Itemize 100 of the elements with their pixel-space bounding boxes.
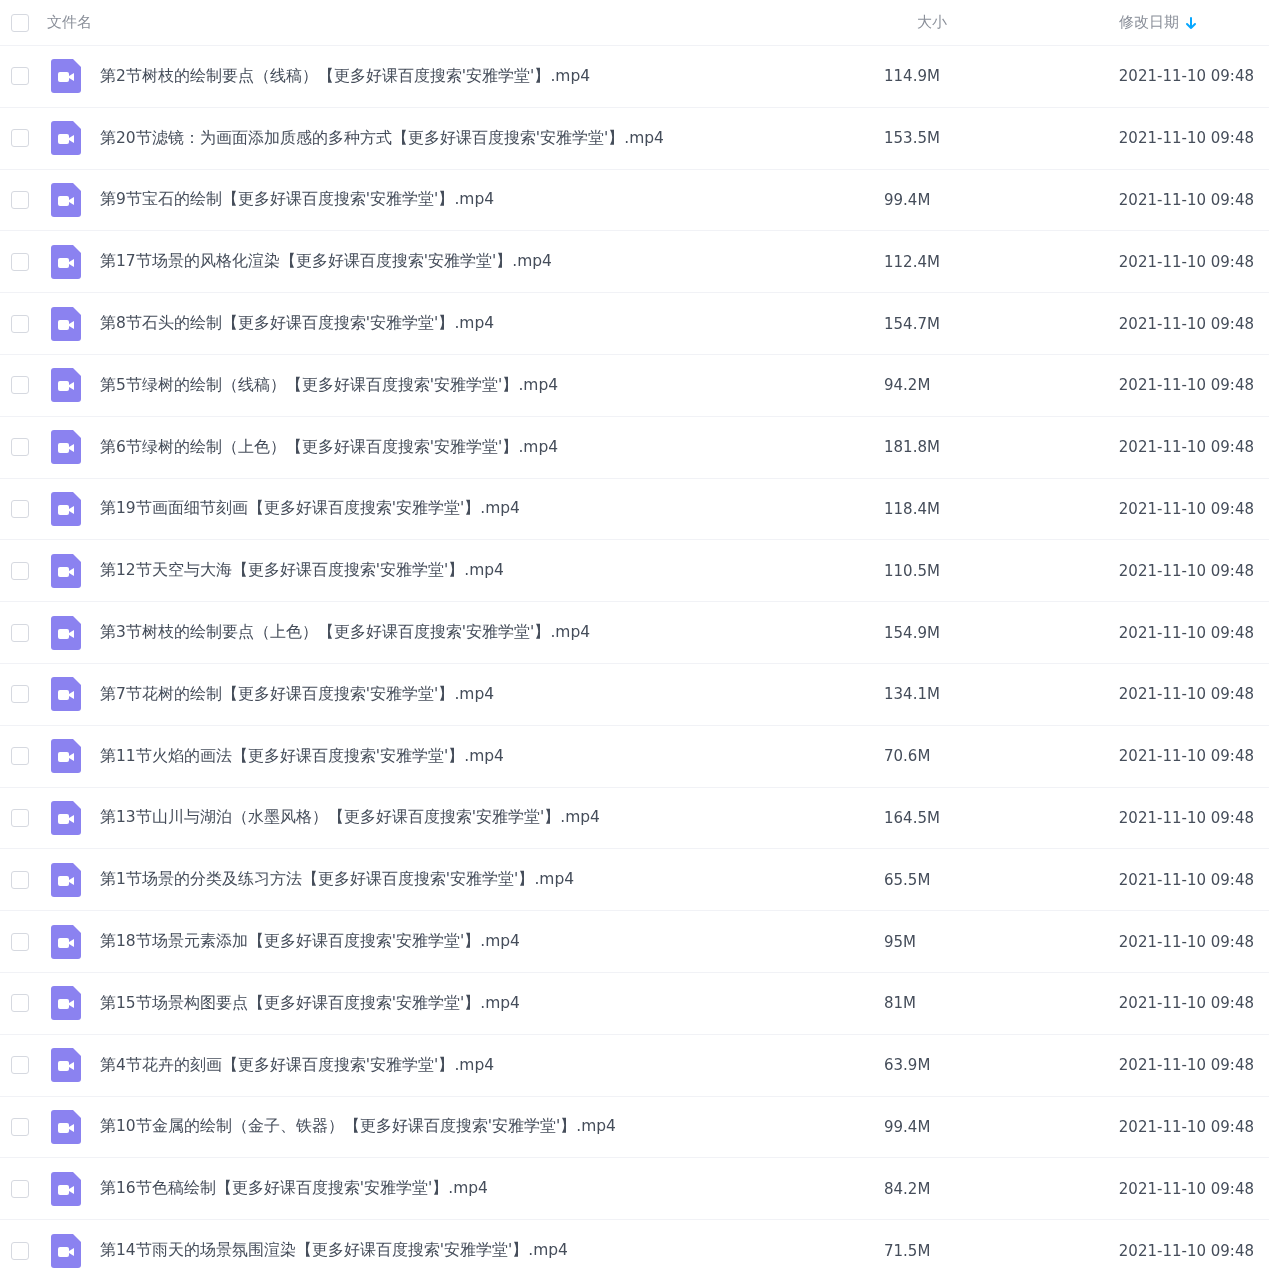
file-size: 154.7M — [884, 314, 941, 333]
video-file-icon — [51, 183, 81, 217]
row-checkbox[interactable] — [11, 1241, 29, 1260]
video-file-icon — [51, 430, 81, 465]
file-size: 118.4M — [884, 499, 941, 518]
file-name[interactable]: 第8节石头的绘制【更多好课百度搜索'安雅学堂'】.mp4 — [100, 313, 884, 335]
row-checkbox[interactable] — [11, 561, 29, 580]
file-size: 112.4M — [884, 252, 941, 271]
row-checkbox[interactable] — [11, 994, 29, 1013]
video-file-icon — [51, 986, 81, 1021]
modified-date: 2021-11-10 09:48 — [1117, 252, 1255, 271]
modified-date: 2021-11-10 09:48 — [1117, 1056, 1255, 1075]
video-file-icon — [51, 800, 81, 835]
file-name[interactable]: 第3节树枝的绘制要点（上色）【更多好课百度搜索'安雅学堂'】.mp4 — [100, 622, 884, 644]
file-size: 95M — [884, 932, 918, 951]
row-checkbox[interactable] — [11, 252, 29, 271]
modified-date: 2021-11-10 09:48 — [1117, 129, 1255, 148]
row-checkbox[interactable] — [11, 1179, 29, 1198]
file-name[interactable]: 第10节金属的绘制（金子、铁器）【更多好课百度搜索'安雅学堂'】.mp4 — [100, 1116, 884, 1138]
file-name[interactable]: 第15节场景构图要点【更多好课百度搜索'安雅学堂'】.mp4 — [100, 992, 884, 1014]
video-file-icon — [51, 368, 81, 403]
video-file-icon — [51, 244, 81, 279]
file-size: 65.5M — [884, 870, 932, 889]
file-size: 134.1M — [884, 685, 941, 704]
file-name[interactable]: 第6节绿树的绘制（上色）【更多好课百度搜索'安雅学堂'】.mp4 — [100, 436, 884, 458]
video-file-icon — [51, 615, 81, 650]
file-name[interactable]: 第1节场景的分类及练习方法【更多好课百度搜索'安雅学堂'】.mp4 — [100, 869, 884, 891]
row-checkbox[interactable] — [11, 438, 29, 457]
row-checkbox[interactable] — [11, 685, 29, 704]
file-name[interactable]: 第2节树枝的绘制要点（线稿）【更多好课百度搜索'安雅学堂'】.mp4 — [100, 65, 884, 87]
modified-date: 2021-11-10 09:48 — [1117, 1117, 1255, 1136]
modified-date: 2021-11-10 09:48 — [1117, 747, 1255, 766]
file-size: 153.5M — [884, 129, 941, 148]
modified-date: 2021-11-10 09:48 — [1117, 1179, 1255, 1198]
select-all-checkbox[interactable] — [11, 13, 29, 32]
video-file-icon — [51, 553, 81, 588]
row-checkbox[interactable] — [11, 808, 29, 827]
row-checkbox[interactable] — [11, 499, 29, 518]
modified-date: 2021-11-10 09:48 — [1117, 561, 1255, 580]
file-size: 71.5M — [884, 1241, 932, 1260]
file-size: 110.5M — [884, 561, 941, 580]
file-name[interactable]: 第5节绿树的绘制（线稿）【更多好课百度搜索'安雅学堂'】.mp4 — [100, 374, 884, 396]
video-file-icon — [51, 739, 81, 774]
sort-arrow-icon[interactable] — [1185, 15, 1197, 30]
video-file-icon — [51, 1109, 81, 1144]
modified-date: 2021-11-10 09:48 — [1117, 994, 1255, 1013]
row-checkbox[interactable] — [11, 376, 29, 395]
row-checkbox[interactable] — [11, 129, 29, 148]
modified-date: 2021-11-10 09:48 — [1117, 685, 1255, 704]
modified-date: 2021-11-10 09:48 — [1117, 932, 1255, 951]
modified-date: 2021-11-10 09:48 — [1117, 314, 1255, 333]
video-file-icon — [51, 1171, 81, 1206]
modified-date: 2021-11-10 09:48 — [1117, 870, 1255, 889]
modified-date: 2021-11-10 09:48 — [1117, 67, 1255, 86]
row-checkbox[interactable] — [11, 1117, 29, 1136]
modified-date: 2021-11-10 09:48 — [1117, 376, 1255, 395]
file-name[interactable]: 第12节天空与大海【更多好课百度搜索'安雅学堂'】.mp4 — [100, 560, 884, 582]
file-size: 99.4M — [884, 191, 932, 209]
modified-date: 2021-11-10 09:48 — [1117, 499, 1255, 518]
file-name[interactable]: 第7节花树的绘制【更多好课百度搜索'安雅学堂'】.mp4 — [100, 683, 884, 705]
file-size: 84.2M — [884, 1179, 932, 1198]
file-name[interactable]: 第19节画面细节刻画【更多好课百度搜索'安雅学堂'】.mp4 — [100, 498, 884, 520]
file-size: 70.6M — [884, 747, 932, 766]
video-file-icon — [51, 924, 81, 959]
file-size: 81M — [884, 994, 918, 1013]
file-name[interactable]: 第11节火焰的画法【更多好课百度搜索'安雅学堂'】.mp4 — [100, 745, 884, 767]
row-checkbox[interactable] — [11, 870, 29, 889]
modified-date: 2021-11-10 09:48 — [1117, 808, 1255, 827]
modified-date: 2021-11-10 09:48 — [1117, 438, 1255, 457]
file-size: 181.8M — [884, 438, 941, 457]
file-name[interactable]: 第16节色稿绘制【更多好课百度搜索'安雅学堂'】.mp4 — [100, 1178, 884, 1200]
row-checkbox[interactable] — [11, 1056, 29, 1075]
video-file-icon — [51, 491, 81, 526]
row-checkbox[interactable] — [11, 747, 29, 766]
row-checkbox[interactable] — [11, 191, 29, 209]
file-size: 99.4M — [884, 1117, 932, 1136]
file-name[interactable]: 第17节场景的风格化渲染【更多好课百度搜索'安雅学堂'】.mp4 — [100, 251, 884, 273]
video-file-icon — [51, 306, 81, 341]
file-name[interactable]: 第20节滤镜：为画面添加质感的多种方式【更多好课百度搜索'安雅学堂'】.mp4 — [100, 127, 884, 149]
file-size: 63.9M — [884, 1056, 932, 1075]
file-name[interactable]: 第14节雨天的场景氛围渲染【更多好课百度搜索'安雅学堂'】.mp4 — [100, 1240, 884, 1262]
file-name[interactable]: 第13节山川与湖泊（水墨风格）【更多好课百度搜索'安雅学堂'】.mp4 — [100, 807, 884, 829]
video-file-icon — [51, 1048, 81, 1083]
file-name[interactable]: 第4节花卉的刻画【更多好课百度搜索'安雅学堂'】.mp4 — [100, 1054, 884, 1076]
row-checkbox[interactable] — [11, 314, 29, 333]
file-size: 114.9M — [884, 67, 941, 86]
row-checkbox[interactable] — [11, 932, 29, 951]
file-name[interactable]: 第9节宝石的绘制【更多好课百度搜索'安雅学堂'】.mp4 — [100, 189, 884, 211]
modified-date: 2021-11-10 09:48 — [1117, 1241, 1255, 1260]
row-checkbox[interactable] — [11, 623, 29, 642]
modified-date: 2021-11-10 09:48 — [1117, 623, 1255, 642]
video-file-icon — [51, 121, 81, 156]
file-size: 164.5M — [884, 808, 941, 827]
video-file-icon — [51, 677, 81, 712]
file-name[interactable]: 第18节场景元素添加【更多好课百度搜索'安雅学堂'】.mp4 — [100, 931, 884, 953]
file-size: 154.9M — [884, 623, 941, 642]
row-checkbox[interactable] — [11, 67, 29, 86]
video-file-icon — [51, 1233, 81, 1268]
video-file-icon — [51, 862, 81, 897]
file-size: 94.2M — [884, 376, 932, 395]
